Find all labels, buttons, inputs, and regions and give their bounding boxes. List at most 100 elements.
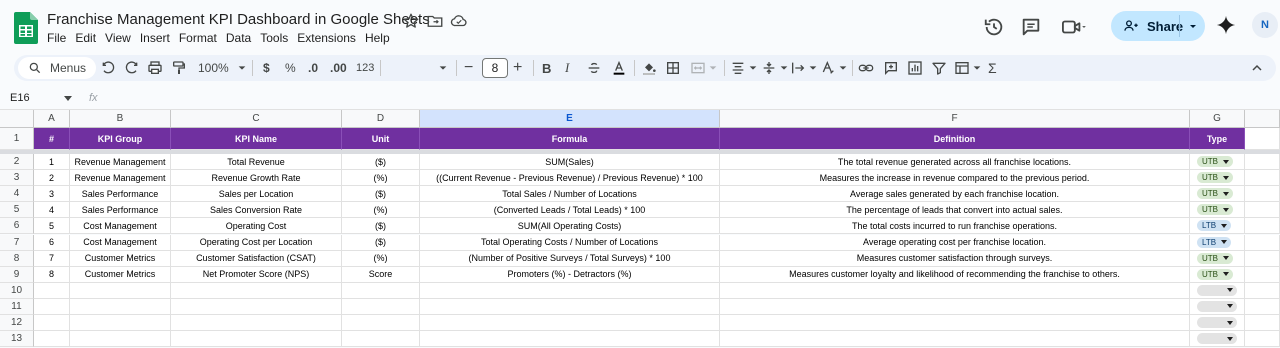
type-dropdown-chip[interactable]: LTB — [1197, 236, 1232, 248]
cell-num[interactable]: 6 — [34, 234, 70, 251]
account-avatar[interactable]: N — [1252, 12, 1278, 38]
empty-cell[interactable] — [171, 315, 342, 332]
cell-definition[interactable]: Measures customer loyalty and likelihood… — [720, 266, 1190, 283]
comment-icon[interactable] — [1020, 16, 1042, 38]
cell-num[interactable]: 2 — [34, 170, 70, 187]
merge-cells-button[interactable] — [690, 55, 718, 81]
share-button[interactable]: Share — [1111, 11, 1205, 41]
row-header-1[interactable]: 1 — [0, 128, 34, 150]
type-dropdown-chip[interactable] — [1197, 317, 1237, 329]
row-header-7[interactable]: 7 — [0, 234, 34, 251]
text-color-button[interactable] — [611, 55, 627, 81]
cell-name[interactable]: Customer Satisfaction (CSAT) — [171, 250, 342, 267]
column-header-d[interactable]: D — [342, 110, 420, 128]
menu-extensions[interactable]: Extensions — [297, 31, 356, 45]
empty-cell[interactable] — [342, 315, 420, 332]
column-header-g[interactable]: G — [1190, 110, 1245, 128]
row-header-9[interactable]: 9 — [0, 266, 34, 283]
menus-search-button[interactable]: Menus — [18, 57, 96, 79]
cell-name[interactable]: Sales Conversion Rate — [171, 202, 342, 219]
cell-name[interactable]: Sales per Location — [171, 186, 342, 203]
empty-cell[interactable] — [34, 298, 70, 315]
gemini-icon[interactable] — [1215, 14, 1237, 36]
cell-unit[interactable]: ($) — [342, 218, 420, 235]
empty-cell[interactable] — [34, 282, 70, 299]
insert-comment-button[interactable] — [883, 55, 899, 81]
empty-cell[interactable] — [70, 331, 171, 348]
empty-cell[interactable] — [171, 282, 342, 299]
empty-cell[interactable] — [70, 298, 171, 315]
cell-group[interactable]: Cost Management — [70, 234, 171, 251]
cell-type[interactable]: UTB — [1190, 202, 1245, 219]
menu-edit[interactable]: Edit — [75, 31, 96, 45]
cell-unit[interactable]: ($) — [342, 234, 420, 251]
empty-cell[interactable] — [420, 282, 720, 299]
decrease-font-size-button[interactable]: − — [464, 55, 473, 81]
cell-definition[interactable]: Average sales generated by each franchis… — [720, 186, 1190, 203]
row-header-2[interactable]: 2 — [0, 154, 34, 171]
cell-type[interactable]: UTB — [1190, 154, 1245, 171]
row-header-12[interactable]: 12 — [0, 315, 34, 332]
more-formats-button[interactable]: 123 — [356, 55, 374, 81]
empty-cell[interactable] — [34, 315, 70, 332]
collapse-toolbar-button[interactable] — [1249, 55, 1265, 81]
type-dropdown-chip[interactable]: UTB — [1197, 156, 1233, 168]
insert-link-button[interactable] — [858, 55, 874, 81]
cell-formula[interactable]: SUM(All Operating Costs) — [420, 218, 720, 235]
header-cell-f[interactable]: Definition — [720, 128, 1190, 150]
menu-file[interactable]: File — [47, 31, 66, 45]
menu-view[interactable]: View — [105, 31, 131, 45]
header-cell-b[interactable]: KPI Group — [70, 128, 171, 150]
row-header-11[interactable]: 11 — [0, 298, 34, 315]
cell-group[interactable]: Customer Metrics — [70, 266, 171, 283]
cell-formula[interactable]: ((Current Revenue - Previous Revenue) / … — [420, 170, 720, 187]
column-header-c[interactable]: C — [171, 110, 342, 128]
header-cell-g[interactable]: Type — [1190, 128, 1245, 150]
cell-name[interactable]: Total Revenue — [171, 154, 342, 171]
history-icon[interactable] — [983, 16, 1005, 38]
type-dropdown-chip[interactable]: UTB — [1197, 268, 1233, 280]
cell-formula[interactable]: Total Sales / Number of Locations — [420, 186, 720, 203]
empty-cell[interactable] — [720, 298, 1190, 315]
meet-video-icon[interactable] — [1060, 16, 1086, 38]
font-size-input[interactable]: 8 — [482, 58, 508, 78]
name-box-dropdown-icon[interactable] — [64, 96, 72, 102]
menu-help[interactable]: Help — [365, 31, 390, 45]
cell-definition[interactable]: Average operating cost per franchise loc… — [720, 234, 1190, 251]
empty-cell[interactable] — [420, 298, 720, 315]
cell-type[interactable]: UTB — [1190, 170, 1245, 187]
currency-format-button[interactable]: $ — [263, 55, 270, 81]
text-rotation-button[interactable] — [820, 55, 848, 81]
cell-name[interactable]: Revenue Growth Rate — [171, 170, 342, 187]
empty-cell[interactable] — [70, 315, 171, 332]
empty-cell[interactable] — [34, 331, 70, 348]
functions-button[interactable]: Σ — [988, 55, 997, 81]
column-header-e[interactable]: E — [420, 110, 720, 128]
column-header-b[interactable]: B — [70, 110, 171, 128]
fill-color-button[interactable] — [641, 55, 657, 81]
cell-type[interactable] — [1190, 331, 1245, 348]
cell-group[interactable]: Customer Metrics — [70, 250, 171, 267]
cell-group[interactable]: Revenue Management — [70, 154, 171, 171]
cell-type[interactable]: LTB — [1190, 234, 1245, 251]
row-header-8[interactable]: 8 — [0, 250, 34, 267]
column-header-f[interactable]: F — [720, 110, 1190, 128]
type-dropdown-chip[interactable]: UTB — [1197, 252, 1233, 264]
cell-type[interactable] — [1190, 298, 1245, 315]
empty-cell[interactable] — [70, 282, 171, 299]
empty-cell[interactable] — [342, 331, 420, 348]
increase-font-size-button[interactable]: + — [513, 55, 522, 81]
borders-button[interactable] — [665, 55, 681, 81]
increase-decimal-button[interactable]: .00 — [330, 55, 347, 81]
empty-cell[interactable] — [720, 331, 1190, 348]
menu-data[interactable]: Data — [226, 31, 251, 45]
menu-tools[interactable]: Tools — [260, 31, 288, 45]
strikethrough-button[interactable] — [586, 55, 602, 81]
column-header-a[interactable]: A — [34, 110, 70, 128]
row-header-10[interactable]: 10 — [0, 282, 34, 299]
decrease-decimal-button[interactable]: .0 — [308, 55, 318, 81]
cell-unit[interactable]: ($) — [342, 154, 420, 171]
empty-cell[interactable] — [720, 282, 1190, 299]
filter-button[interactable] — [931, 55, 947, 81]
cell-group[interactable]: Revenue Management — [70, 170, 171, 187]
